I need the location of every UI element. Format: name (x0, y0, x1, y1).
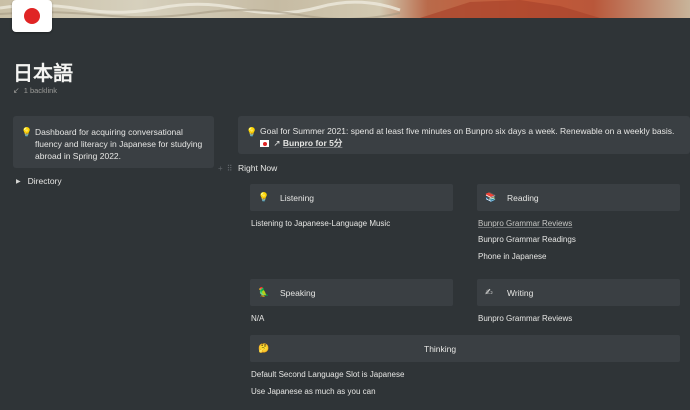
light-bulb-icon: 💡 (246, 127, 258, 137)
books-icon: 📚 (485, 192, 497, 202)
add-block-icon[interactable]: + (218, 164, 223, 173)
card-reading-label: Reading (507, 192, 539, 203)
toggle-directory[interactable]: ▶ Directory (16, 176, 62, 186)
callout-goal-body: Goal for Summer 2021: spend at least fiv… (260, 126, 675, 136)
toggle-directory-label: Directory (27, 176, 62, 186)
cover-image[interactable] (0, 0, 690, 18)
list-item[interactable]: N/A (251, 314, 264, 323)
card-thinking[interactable]: 🤔 Thinking (250, 335, 680, 362)
callout-dashboard[interactable]: 💡 Dashboard for acquiring conversational… (13, 116, 214, 168)
backlinks-link[interactable]: ↙ 1 backlink (13, 86, 57, 95)
list-item[interactable]: Default Second Language Slot is Japanese (251, 370, 404, 379)
card-speaking[interactable]: 🦜 Speaking (250, 279, 453, 306)
callout-goal-text[interactable]: Goal for Summer 2021: spend at least fiv… (260, 125, 680, 149)
card-thinking-label: Thinking (424, 343, 457, 354)
parrot-icon: 🦜 (258, 287, 270, 297)
section-heading-right-now[interactable]: Right Now (238, 163, 277, 173)
list-item[interactable]: Bunpro Grammar Reviews (478, 314, 572, 323)
backlinks-label: 1 backlink (23, 86, 58, 95)
list-item-link[interactable]: Bunpro Grammar Reviews (478, 219, 572, 228)
card-writing[interactable]: ✍ Writing (477, 279, 680, 306)
link-arrow-icon: ↗ (273, 138, 281, 148)
thinking-face-icon: 🤔 (258, 343, 270, 353)
japan-flag-icon[interactable] (12, 0, 52, 32)
callout-dashboard-text[interactable]: Dashboard for acquiring conversational f… (35, 126, 204, 162)
light-bulb-icon: 💡 (21, 127, 33, 137)
bunpro-link[interactable]: Bunpro for 5分 (283, 138, 343, 148)
card-listening[interactable]: 💡 Listening (250, 184, 453, 211)
card-reading[interactable]: 📚 Reading (477, 184, 680, 211)
backlink-arrow-icon: ↙ (13, 86, 20, 95)
callout-goal[interactable]: 💡 Goal for Summer 2021: spend at least f… (238, 116, 690, 154)
card-writing-label: Writing (507, 287, 534, 298)
light-bulb-icon: 💡 (258, 192, 270, 202)
writing-hand-icon: ✍ (485, 287, 493, 297)
drag-handle-icon[interactable]: ⠿ (227, 164, 233, 173)
list-item[interactable]: Phone in Japanese (478, 252, 547, 261)
list-item[interactable]: Bunpro Grammar Readings (478, 235, 576, 244)
list-item[interactable]: Listening to Japanese-Language Music (251, 219, 390, 228)
list-item[interactable]: Use Japanese as much as you can (251, 387, 376, 396)
block-handles[interactable]: + ⠿ (218, 164, 233, 173)
japan-flag-icon (260, 140, 269, 147)
toggle-triangle-icon[interactable]: ▶ (16, 178, 21, 185)
card-speaking-label: Speaking (280, 287, 316, 298)
card-listening-label: Listening (280, 192, 315, 203)
page-title[interactable]: 日本語 (13, 57, 73, 86)
